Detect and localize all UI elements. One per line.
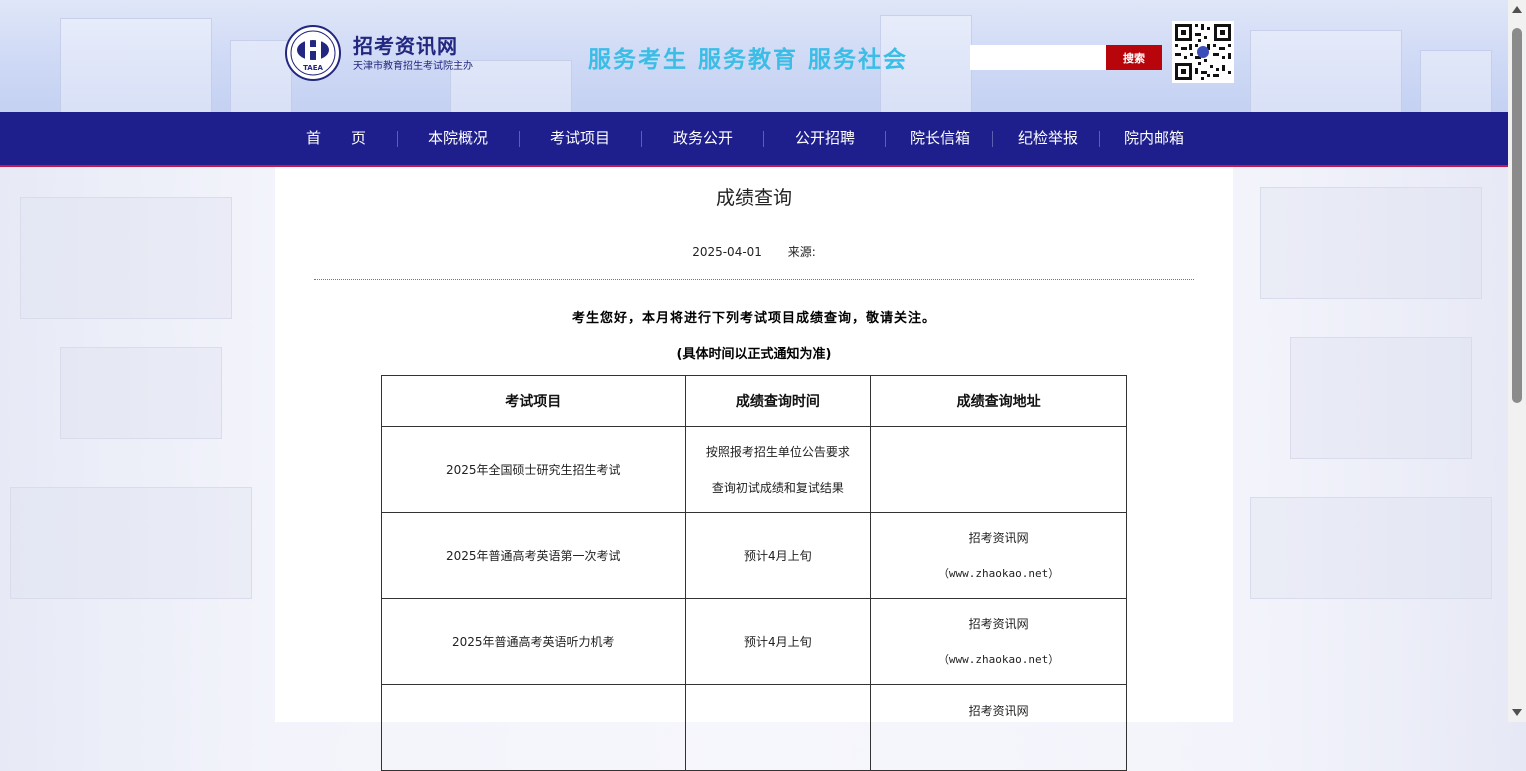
time-cell: 预计4月上旬 xyxy=(684,598,872,685)
table-header-row: 考试项目 成绩查询时间 成绩查询地址 xyxy=(381,375,1127,427)
table-header: 成绩查询地址 xyxy=(870,375,1127,427)
vertical-scrollbar[interactable] xyxy=(1508,0,1526,722)
nav-divider xyxy=(992,131,993,147)
address-cell: 招考资讯网 （www.zhaokao.net） xyxy=(870,598,1127,685)
address-cell xyxy=(870,426,1127,513)
taea-emblem-icon: TAEA xyxy=(285,25,341,81)
site-slogan: 服务考生 服务教育 服务社会 xyxy=(588,46,909,73)
nav-item-government-affairs[interactable]: 政务公开 xyxy=(673,112,733,165)
nav-divider xyxy=(641,131,642,147)
time-cell: 按照报考招生单位公告要求 查询初试成绩和复试结果 xyxy=(684,426,872,513)
address-cell: 招考资讯网 xyxy=(870,684,1127,771)
nav-item-home[interactable]: 首 页 xyxy=(306,112,366,165)
nav-divider xyxy=(1099,131,1100,147)
article-date: 2025-04-01 xyxy=(692,245,762,259)
nav-item-internal-mail[interactable]: 院内邮箱 xyxy=(1124,112,1184,165)
table-row: 2025年普通高考英语第一次考试 预计4月上旬 招考资讯网 （www.zhaok… xyxy=(381,512,1127,599)
exam-cell: 2025年全国硕士研究生招生考试 xyxy=(381,426,686,513)
address-line: 招考资讯网 xyxy=(968,704,1029,718)
time-line: 预计4月上旬 xyxy=(744,634,812,649)
site-header: TAEA 招考资讯网 天津市教育招生考试院主办 服务考生 服务教育 服务社会 搜… xyxy=(0,0,1508,112)
scrollbar-thumb[interactable] xyxy=(1512,28,1522,403)
qr-code-icon xyxy=(1172,21,1234,83)
address-line: 招考资讯网 xyxy=(968,616,1029,631)
nav-divider xyxy=(885,131,886,147)
score-query-table: 考试项目 成绩查询时间 成绩查询地址 2025年全国硕士研究生招生考试 按照报考… xyxy=(381,375,1127,771)
exam-cell: 2025年普通高考英语听力机考 xyxy=(381,598,686,685)
table-header: 成绩查询时间 xyxy=(684,375,872,427)
article-meta: 2025-04-01 来源: xyxy=(275,243,1233,260)
time-cell xyxy=(684,684,872,771)
article-source-label: 来源: xyxy=(787,245,816,259)
address-link[interactable]: （www.zhaokao.net） xyxy=(871,556,1126,592)
logo-subtitle: 天津市教育招生考试院主办 xyxy=(353,60,473,72)
table-header: 考试项目 xyxy=(381,375,686,427)
nav-item-discipline-report[interactable]: 纪检举报 xyxy=(1018,112,1078,165)
scroll-down-arrow-icon[interactable] xyxy=(1512,709,1522,716)
time-line: 预计4月上旬 xyxy=(744,548,812,563)
scroll-up-arrow-icon[interactable] xyxy=(1512,6,1522,13)
nav-item-about[interactable]: 本院概况 xyxy=(428,112,488,165)
notice-text: 考生您好，本月将进行下列考试项目成绩查询，敬请关注。 xyxy=(571,311,936,326)
address-cell: 招考资讯网 （www.zhaokao.net） xyxy=(870,512,1127,599)
logo-title: 招考资讯网 xyxy=(353,33,458,58)
nav-divider xyxy=(763,131,764,147)
address-line: 招考资讯网 xyxy=(968,530,1029,545)
nav-item-exams[interactable]: 考试项目 xyxy=(550,112,610,165)
search-button[interactable]: 搜索 xyxy=(1106,45,1162,70)
nav-divider xyxy=(397,131,398,147)
exam-cell: 2025年普通高考英语第一次考试 xyxy=(381,512,686,599)
article-title: 成绩查询 xyxy=(715,187,792,209)
time-cell: 预计4月上旬 xyxy=(684,512,872,599)
table-row: 2025年全国硕士研究生招生考试 按照报考招生单位公告要求 查询初试成绩和复试结… xyxy=(381,426,1127,513)
article-content: 成绩查询 2025-04-01 来源: 考生您好，本月将进行下列考试项目成绩查询… xyxy=(275,167,1233,771)
article-divider xyxy=(314,279,1194,280)
exam-cell xyxy=(381,684,686,771)
table-row: 2025年普通高考英语听力机考 预计4月上旬 招考资讯网 （www.zhaoka… xyxy=(381,598,1127,685)
notice-subtext: (具体时间以正式通知为准) xyxy=(676,347,832,362)
time-line: 查询初试成绩和复试结果 xyxy=(711,480,844,495)
search-input[interactable] xyxy=(970,45,1106,70)
main-nav: 首 页 本院概况 考试项目 政务公开 公开招聘 院长信箱 纪检举报 院内邮箱 xyxy=(0,112,1508,167)
table-row: 招考资讯网 xyxy=(381,684,1127,771)
time-line: 按照报考招生单位公告要求 xyxy=(705,444,850,459)
nav-divider xyxy=(519,131,520,147)
nav-item-president-mailbox[interactable]: 院长信箱 xyxy=(910,112,970,165)
svg-text:TAEA: TAEA xyxy=(303,64,323,72)
nav-item-recruitment[interactable]: 公开招聘 xyxy=(795,112,855,165)
address-link[interactable]: （www.zhaokao.net） xyxy=(871,642,1126,678)
site-logo[interactable]: TAEA 招考资讯网 天津市教育招生考试院主办 xyxy=(285,25,473,81)
search-bar: 搜索 xyxy=(970,45,1162,70)
